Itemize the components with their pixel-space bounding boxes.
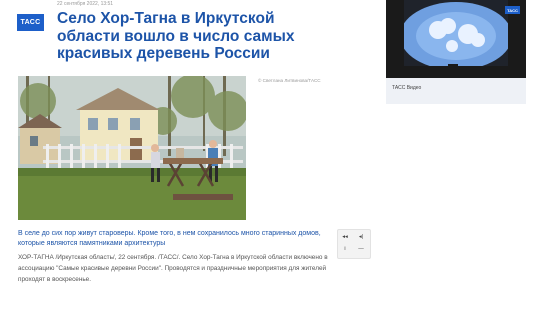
photo-caption: В селе до сих пор живут староверы. Кроме… (18, 230, 321, 247)
play-pause-icon[interactable]: ◂| (356, 234, 366, 240)
article-headline: Село Хор-Тагна в Иркутской области вошло… (57, 10, 295, 62)
village-scene-image (18, 76, 246, 220)
media-controls[interactable]: ◂◂ ◂| i — (337, 229, 371, 259)
video-label[interactable]: ТАСС Видео (392, 85, 421, 91)
video-badge: ТАСС (505, 6, 520, 14)
photo-credit: © Светлана Литвинова/ТАСС (258, 78, 321, 83)
article-meta: 22 сентября 2022, 13:51 (57, 1, 114, 7)
tass-logo[interactable]: ТАСС (17, 14, 44, 31)
article-photo (18, 76, 246, 220)
info-icon[interactable]: i (340, 246, 350, 252)
minus-icon[interactable]: — (356, 246, 366, 252)
rewind-icon[interactable]: ◂◂ (340, 234, 350, 240)
article-body: ХОР-ТАГНА /Иркутская область/, 22 сентяб… (18, 254, 328, 283)
